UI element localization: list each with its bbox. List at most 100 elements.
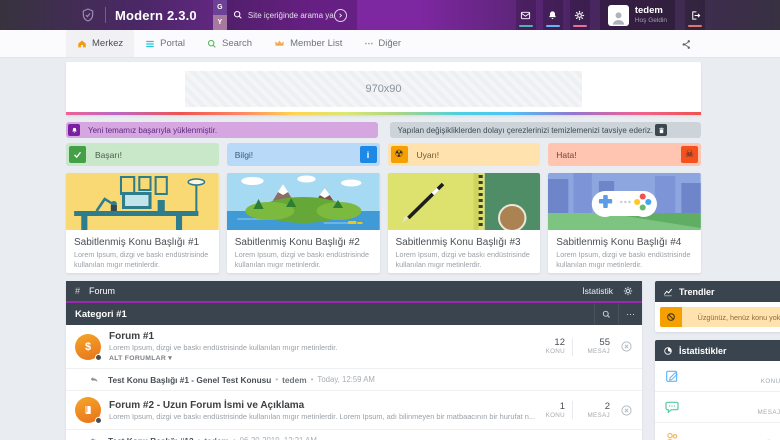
notice-bell-button[interactable] [68, 124, 80, 136]
info-button[interactable]: i [360, 146, 377, 163]
pinned-title[interactable]: Sabitlenmiş Konu Başlığı #4 [548, 230, 701, 250]
site-search[interactable] [227, 0, 357, 30]
list-icon [145, 39, 155, 49]
last-post-author[interactable]: tedem [282, 375, 306, 385]
statistics-link[interactable]: İstatistik [582, 286, 613, 296]
trends-empty-alert: Üzgünüz, henüz konu yok! [660, 307, 780, 327]
forum-description: Lorem Ipsum, dizgi ve baskı endüstrisind… [109, 412, 535, 421]
stat-label: MESAJLAR [758, 409, 780, 417]
statistics-title: İstatistikler [679, 346, 727, 356]
trends-empty-message: Üzgünüz, henüz konu yok! [682, 313, 780, 322]
stat-value: 1 [766, 428, 780, 440]
warning-button[interactable]: ☢ [391, 146, 408, 163]
logout-button[interactable] [685, 0, 705, 30]
posts-label: MESAJ [580, 412, 610, 420]
nav-tab-diger[interactable]: ⋯ Diğer [353, 30, 412, 57]
page-content: 970x90 Yeni temamız başarıyla yüklenmişt… [66, 58, 701, 440]
posts-label: MESAJ [580, 348, 610, 356]
circle-x-icon [620, 404, 633, 417]
controller-illustration [548, 173, 701, 230]
last-post-title[interactable]: Test Konu Başlığı #1 - Genel Test Konusu [108, 375, 271, 385]
last-post-title[interactable]: Test Konu Başlığı #13 [108, 436, 194, 440]
topics-count: 12 [535, 337, 565, 348]
theme-toggle-secondary[interactable]: Y [213, 15, 227, 30]
topics-label: KONU [535, 412, 565, 420]
category-bar: Kategori #1 ⋯ [66, 303, 642, 325]
gear-icon[interactable] [623, 286, 633, 296]
notice-alerts: Yeni temamız başarıyla yüklenmiştir. Yap… [66, 122, 701, 138]
separator: • [275, 375, 278, 384]
statistics-header: İstatistikler [655, 340, 780, 361]
pinned-title[interactable]: Sabitlenmiş Konu Başlığı #1 [66, 230, 219, 250]
dismiss-trash-button[interactable] [655, 124, 667, 136]
settings-button[interactable] [570, 0, 590, 30]
empty-button[interactable] [660, 307, 682, 327]
stat-value: 14 [761, 366, 780, 378]
theme-toggle[interactable]: G Y [213, 0, 227, 30]
trash-icon [658, 127, 665, 134]
info-label: Bilgi! [235, 150, 253, 160]
posts-count: 55 [580, 337, 610, 348]
mark-read-button[interactable] [620, 340, 633, 353]
share-button[interactable] [681, 30, 692, 58]
last-post-time: Today, 12:59 AM [317, 375, 375, 384]
error-label: Hata! [556, 150, 576, 160]
user-menu[interactable]: tedem Hoş Geldin [600, 0, 675, 30]
island-illustration [227, 173, 380, 230]
nav-tab-member-list[interactable]: Member List [263, 30, 353, 57]
chevron-right-icon [337, 12, 344, 19]
site-title: Modern 2.3.0 [115, 8, 197, 23]
category-more-button[interactable]: ⋯ [618, 303, 642, 325]
forum-row-1: $ Forum #1 Lorem Ipsum, dizgi ve baskı e… [66, 325, 642, 368]
chat-bubble-icon [664, 399, 680, 415]
bell-icon [547, 10, 558, 21]
separator: • [233, 436, 236, 440]
topics-count: 1 [535, 401, 565, 412]
forum-title[interactable]: Forum #1 [109, 331, 535, 342]
nav-tab-label: Member List [290, 38, 342, 49]
success-check-button[interactable] [69, 146, 86, 163]
nav-tab-label: Portal [160, 38, 185, 49]
pinned-card-4[interactable]: Sabitlenmiş Konu Başlığı #4 Lorem Ipsum,… [548, 173, 701, 273]
pinned-card-2[interactable]: Sabitlenmiş Konu Başlığı #2 Lorem Ipsum,… [227, 173, 380, 273]
warning-alert: ☢ Uyarı! [388, 143, 541, 166]
search-input[interactable] [248, 11, 334, 20]
error-button[interactable]: ☠ [681, 146, 698, 163]
inbox-button[interactable] [516, 0, 536, 30]
info-alert: Bilgi! i [227, 143, 380, 166]
forum-header-title: Forum [89, 286, 115, 296]
pinned-card-3[interactable]: Sabitlenmiş Konu Başlığı #3 Lorem Ipsum,… [388, 173, 541, 273]
notebook-illustration [388, 173, 541, 230]
theme-toggle-primary[interactable]: G [213, 0, 227, 15]
last-post-author[interactable]: tedem [204, 436, 228, 440]
pinned-description: Lorem Ipsum, dizgi ve baskı endüstrisind… [548, 250, 701, 273]
pinned-title[interactable]: Sabitlenmiş Konu Başlığı #2 [227, 230, 380, 250]
warning-label: Uyarı! [417, 150, 440, 160]
search-submit-button[interactable] [334, 9, 347, 22]
envelope-icon [520, 10, 531, 21]
success-label: Başarı! [95, 150, 122, 160]
pinned-title[interactable]: Sabitlenmiş Konu Başlığı #3 [388, 230, 541, 250]
category-title: Kategori #1 [75, 309, 127, 320]
shield-logo-icon [80, 7, 96, 23]
stat-label: KONULAR [761, 378, 780, 386]
forum-panel: # Forum İstatistik Kategori #1 ⋯ $ [66, 281, 642, 440]
separator: • [198, 436, 201, 440]
nav-tab-search[interactable]: Search [196, 30, 263, 57]
users-icon [664, 430, 680, 440]
nav-tab-portal[interactable]: Portal [134, 30, 196, 57]
pinned-card-1[interactable]: Sabitlenmiş Konu Başlığı #1 Lorem Ipsum,… [66, 173, 219, 273]
forum-avatar [75, 397, 101, 423]
sidebar: Trendler ? Üzgünüz, henüz konu yok! İsta… [655, 281, 780, 440]
forum-title[interactable]: Forum #2 - Uzun Forum İsmi ve Açıklama [109, 400, 535, 411]
crown-icon [274, 38, 285, 49]
category-search-button[interactable] [594, 303, 618, 325]
dollar-icon: $ [85, 341, 91, 353]
subforums-link[interactable]: ALT FORUMLAR ▾ [109, 354, 535, 362]
pinned-description: Lorem Ipsum, dizgi ve baskı endüstrisind… [227, 250, 380, 273]
check-icon [73, 150, 82, 159]
mark-read-button[interactable] [620, 404, 633, 417]
notifications-button[interactable] [543, 0, 563, 30]
nav-tab-merkez[interactable]: Merkez [66, 30, 134, 57]
trends-title: Trendler [679, 287, 715, 297]
